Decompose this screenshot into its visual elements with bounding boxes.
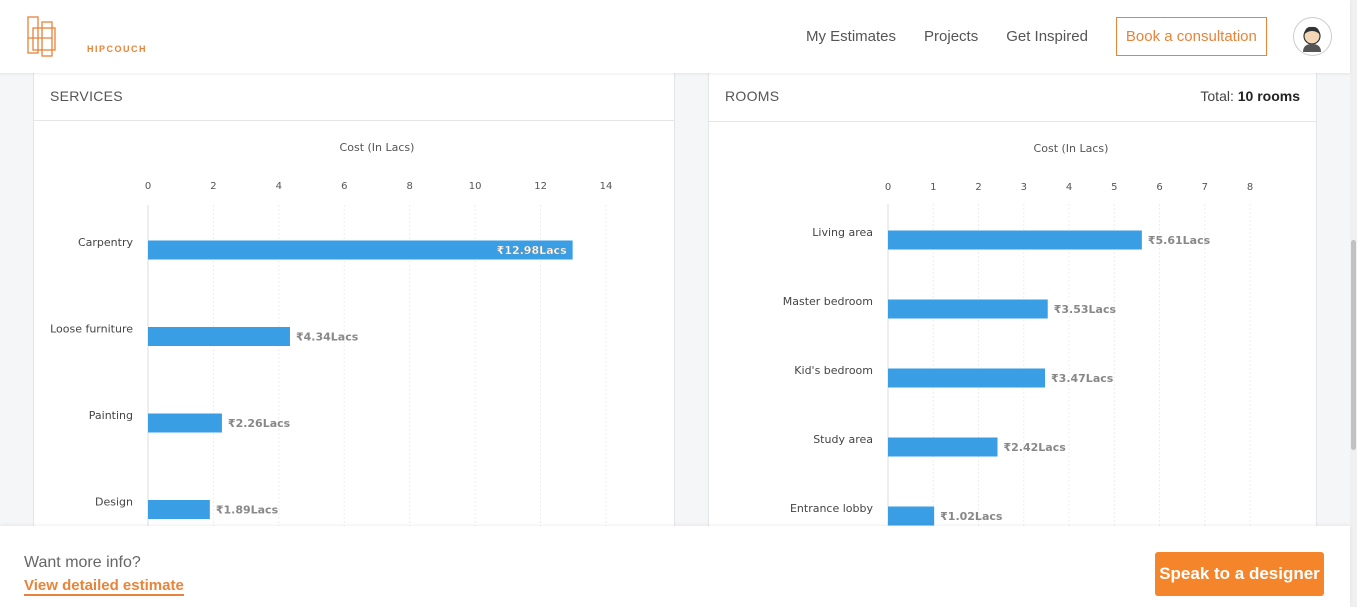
nav-my-estimates[interactable]: My Estimates	[806, 28, 896, 45]
category-label: Carpentry	[78, 236, 134, 249]
bottom-cta-bar: Want more info? View detailed estimate S…	[0, 526, 1350, 607]
category-label: Loose furniture	[50, 323, 133, 336]
category-label: Painting	[89, 409, 133, 422]
data-label: ₹4.34Lacs	[296, 331, 359, 344]
category-label: Master bedroom	[783, 295, 873, 308]
page-scrollbar[interactable]	[1350, 0, 1357, 607]
category-label: Living area	[812, 226, 873, 239]
x-tick-label: 5	[1111, 182, 1117, 193]
x-tick-label: 8	[407, 181, 413, 192]
data-label: ₹2.26Lacs	[228, 417, 291, 430]
bar	[148, 413, 222, 433]
services-title: SERVICES	[50, 88, 123, 104]
bar	[888, 230, 1142, 250]
x-tick-label: 0	[885, 182, 891, 193]
x-tick-label: 6	[1156, 182, 1162, 193]
x-tick-label: 10	[469, 181, 482, 192]
category-label: Study area	[813, 433, 873, 446]
x-axis-title: Cost (In Lacs)	[340, 141, 415, 154]
x-tick-label: 7	[1202, 182, 1208, 193]
hipcouch-logo[interactable]: HIPCOUCH	[25, 14, 146, 58]
rooms-title: ROOMS	[725, 88, 780, 104]
bar	[148, 500, 210, 519]
more-info-text: Want more info?	[24, 554, 141, 571]
x-tick-label: 12	[534, 181, 547, 192]
x-tick-label: 4	[1066, 182, 1072, 193]
x-tick-label: 0	[145, 181, 151, 192]
services-panel: SERVICES Cost (In Lacs) 0 2 4 6 8 10 12 14 Carpen…	[33, 73, 675, 534]
scrollbar-thumb[interactable]	[1351, 240, 1356, 450]
nav-get-inspired[interactable]: Get Inspired	[1006, 28, 1088, 45]
rooms-total-label: Total:	[1200, 88, 1234, 104]
data-label: ₹12.98Lacs	[497, 244, 567, 257]
user-avatar-icon	[1303, 26, 1322, 52]
logo-mark-icon	[27, 16, 56, 57]
data-label: ₹2.42Lacs	[1004, 441, 1067, 454]
x-tick-label: 1	[930, 182, 936, 193]
view-detailed-estimate-link[interactable]: View detailed estimate	[24, 577, 184, 596]
data-label: ₹5.61Lacs	[1148, 234, 1211, 247]
x-tick-label: 6	[341, 181, 347, 192]
x-tick-label: 3	[1021, 182, 1027, 193]
x-tick-label: 2	[975, 182, 981, 193]
data-label: ₹3.53Lacs	[1054, 303, 1117, 316]
book-consultation-button[interactable]: Book a consultation	[1115, 17, 1267, 56]
bar	[888, 437, 998, 457]
x-tick-label: 2	[210, 181, 216, 192]
rooms-panel-header: ROOMS Total: 10 rooms	[709, 73, 1316, 122]
top-navbar: HIPCOUCH My Estimates Projects Get Inspi…	[0, 0, 1350, 73]
x-tick-label: 14	[600, 181, 613, 192]
x-tick-label: 4	[276, 181, 282, 192]
x-axis-title: Cost (In Lacs)	[1034, 142, 1109, 155]
rooms-total: Total: 10 rooms	[1200, 88, 1300, 104]
category-label: Design	[95, 496, 133, 509]
data-label: ₹1.02Lacs	[940, 510, 1003, 523]
category-label: Kid's bedroom	[794, 364, 873, 377]
rooms-total-value: 10 rooms	[1237, 88, 1300, 104]
category-label: Entrance lobby	[790, 502, 874, 515]
services-panel-header: SERVICES	[34, 73, 674, 121]
services-chart: Cost (In Lacs) 0 2 4 6 8 10 12 14 Carpentry ₹12.98…	[50, 141, 613, 533]
x-tick-label: 8	[1247, 182, 1253, 193]
data-label: ₹1.89Lacs	[216, 504, 279, 517]
speak-to-designer-button[interactable]: Speak to a designer	[1155, 552, 1324, 596]
rooms-chart: Cost (In Lacs) 0 1 2 3 4 5 6 7 8 Living area ₹5.61L…	[783, 142, 1253, 533]
data-label: ₹3.47Lacs	[1051, 372, 1114, 385]
bar	[888, 368, 1046, 388]
bar	[148, 327, 290, 346]
logo-text: HIPCOUCH	[87, 44, 148, 54]
main-nav: My Estimates Projects Get Inspired Book …	[806, 0, 1332, 73]
bar	[888, 299, 1048, 319]
bar	[888, 506, 935, 526]
user-avatar[interactable]	[1292, 17, 1332, 56]
rooms-panel: ROOMS Total: 10 rooms Cost (In Lacs) 0 1 2 3…	[708, 73, 1317, 534]
nav-projects[interactable]: Projects	[924, 28, 978, 45]
